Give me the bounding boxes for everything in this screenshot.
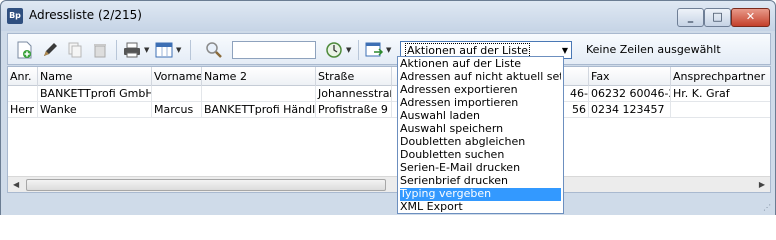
minimize-icon: _ (687, 10, 694, 23)
action-dropdown-list[interactable]: Aktionen auf der Liste Adressen auf nich… (397, 56, 564, 214)
dropdown-item[interactable]: Aktionen auf der Liste (400, 58, 561, 71)
toolbar-separator (358, 40, 359, 60)
dropdown-item[interactable]: Auswahl speichern (400, 123, 561, 136)
column-header-name2[interactable]: Name 2 (202, 67, 316, 86)
history-icon[interactable] (324, 40, 344, 60)
search-input[interactable] (232, 41, 316, 59)
chevron-down-icon[interactable]: ▼ (176, 46, 181, 54)
cell-fax: 06232 60046-20 (589, 86, 671, 102)
dropdown-item[interactable]: Adressen auf nicht aktuell setzen (400, 71, 561, 84)
cell-ansprechpartner: Hr. K. Graf (671, 86, 770, 102)
cell-strasse: Profistraße 9 (316, 102, 392, 118)
close-button[interactable]: ✕ (731, 8, 770, 27)
scroll-right-icon[interactable]: ▶ (759, 180, 765, 189)
cell-strasse: Johannesstraße 1 (316, 86, 392, 102)
cell-fax: 0234 123457 (589, 102, 671, 118)
dropdown-item[interactable]: Doubletten suchen (400, 149, 561, 162)
toolbar-separator (116, 40, 117, 60)
window: Bp Adressliste (2/215) _ □ ✕ ▼ ▼ ▼ ▼ Akt… (0, 0, 776, 215)
dropdown-item[interactable]: Serien-E-Mail drucken (400, 162, 561, 175)
cell-vorname: Marcus (152, 102, 202, 118)
chevron-down-icon[interactable]: ▼ (346, 46, 351, 54)
column-header-fax[interactable]: Fax (589, 67, 671, 86)
cell-partial: 46-0 (570, 86, 589, 102)
view-columns-icon[interactable] (154, 40, 174, 60)
dropdown-item[interactable]: Serienbrief drucken (400, 175, 561, 188)
copy-icon[interactable] (64, 40, 84, 60)
address-grid[interactable]: Anr. Name Vorname Name 2 Straße Fax Ansp… (7, 66, 771, 193)
dropdown-item[interactable]: Auswahl laden (400, 110, 561, 123)
table-row[interactable]: BANKETTprofi GmbH Johannesstraße 1 46-0 … (8, 86, 770, 102)
maximize-button[interactable]: □ (704, 8, 731, 27)
status-bar: ⋰ (1, 197, 775, 215)
dropdown-item[interactable]: XML Export (400, 201, 561, 214)
minimize-button[interactable]: _ (677, 8, 704, 27)
cell-ansprechpartner (671, 102, 770, 118)
cell-name: BANKETTprofi GmbH (40, 86, 152, 102)
column-header-strasse[interactable]: Straße (316, 67, 392, 86)
app-icon: Bp (7, 8, 23, 24)
search-icon[interactable] (204, 40, 224, 60)
title-bar[interactable]: Bp Adressliste (2/215) _ □ ✕ (1, 1, 775, 31)
print-icon[interactable] (122, 40, 142, 60)
chevron-down-icon[interactable]: ▼ (562, 46, 568, 55)
toolbar: ▼ ▼ ▼ ▼ Aktionen auf der Liste ▼ Keine Z… (7, 33, 771, 65)
column-header-anrede[interactable]: Anr. (8, 67, 38, 86)
column-header-ansprechpartner[interactable]: Ansprechpartner (671, 67, 770, 86)
chevron-down-icon[interactable]: ▼ (144, 46, 149, 54)
cell-name: Wanke (38, 102, 152, 118)
dropdown-item[interactable]: Doubletten abgleichen (400, 136, 561, 149)
selection-status: Keine Zeilen ausgewählt (586, 43, 721, 56)
delete-icon[interactable] (90, 40, 110, 60)
cell-vorname (152, 86, 202, 102)
toolbar-separator (190, 40, 191, 60)
resize-grip-icon[interactable]: ⋰ (763, 203, 771, 212)
dropdown-item-highlighted[interactable]: Typing vergeben (400, 188, 561, 201)
horizontal-scrollbar[interactable]: ◀ ▶ (8, 176, 770, 192)
cell-anrede (8, 86, 38, 102)
cell-anrede: Herr (8, 102, 38, 118)
column-header-name[interactable]: Name (38, 67, 152, 86)
column-header-vorname[interactable]: Vorname (152, 67, 202, 86)
export-icon[interactable] (364, 40, 384, 60)
close-icon: ✕ (745, 10, 756, 23)
cell-partial: 56 (568, 102, 589, 118)
maximize-icon: □ (712, 10, 723, 23)
cell-name2 (202, 86, 316, 102)
cell-name2: BANKETTprofi Händler (204, 102, 316, 118)
edit-pencil-icon[interactable] (40, 40, 60, 60)
table-row[interactable]: Herr Wanke Marcus BANKETTprofi Händler P… (8, 102, 770, 118)
dropdown-item[interactable]: Adressen importieren (400, 97, 561, 110)
grid-header: Anr. Name Vorname Name 2 Straße Fax Ansp… (8, 67, 770, 86)
scrollbar-thumb[interactable] (26, 179, 386, 191)
dropdown-item[interactable]: Adressen exportieren (400, 84, 561, 97)
new-document-icon[interactable] (14, 40, 34, 60)
chevron-down-icon[interactable]: ▼ (386, 46, 391, 54)
scroll-left-icon[interactable]: ◀ (13, 180, 19, 189)
window-title: Adressliste (2/215) (29, 8, 142, 22)
